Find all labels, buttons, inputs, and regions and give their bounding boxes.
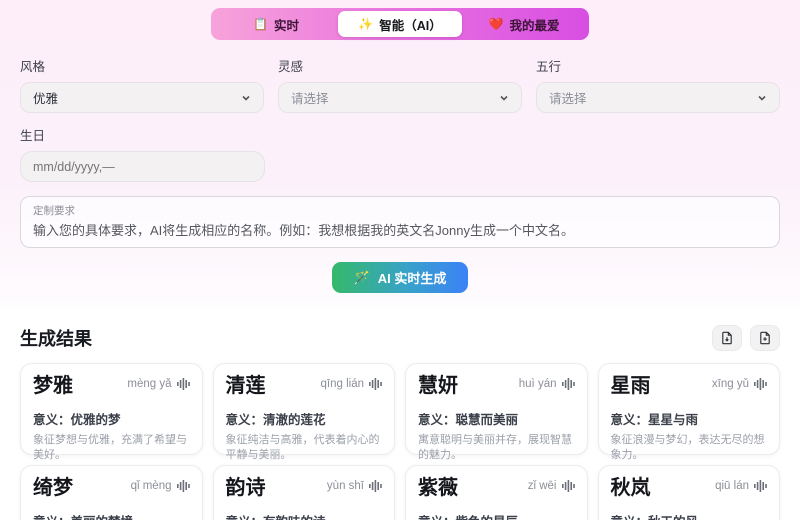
description-text: 象征纯洁与高雅，代表着内心的平静与美丽。 [225,434,380,461]
meaning-label: 意义： [611,515,649,520]
meaning-text: 秋天的风 [648,515,698,520]
pinyin-text: qǐ mèng [130,480,172,492]
name-card[interactable]: 星雨 xīng yǔ 意义：星星与雨 象征浪漫与梦幻，表达无尽的想象力。 [597,363,780,461]
name-text: 紫薇 [418,477,458,499]
meaning-text: 紫色的星辰 [456,515,519,520]
name-card[interactable]: 慧妍 huì yán 意义：聪慧而美丽 寓意聪明与美丽并存，展现智慧的魅力。 [405,363,588,461]
meaning-label: 意义： [33,413,71,427]
sparkles-icon: ✨ [358,17,374,31]
meaning-text: 有韵味的诗 [263,515,326,520]
chevron-down-icon [242,95,250,101]
heart-icon: ❤️ [488,17,504,31]
export-buttons [712,325,780,351]
audio-icon[interactable] [561,378,575,390]
results-grid: 梦雅 mèng yǎ 意义：优雅的梦 象征梦想与优雅，充满了希望与美好。 清莲 … [20,363,780,520]
generator-panel: 📋 实时 ✨ 智能（AI） ❤️ 我的最爱 风格 优雅 灵感 请选择 五行 请选… [0,0,800,307]
birthday-label: 生日 [20,129,46,143]
name-text: 绮梦 [33,477,73,499]
tab-ai-label: 智能（AI） [379,18,442,33]
results-section: 生成结果 梦雅 mèng yǎ 意义：优雅的梦 象征梦想与优雅，充满了希望与美好… [0,307,800,520]
style-field: 风格 优雅 [20,56,264,113]
name-card[interactable]: 绮梦 qǐ mèng 意义：美丽的梦境 象征着五彩斑斓的梦想，充满幻想与期待。 [20,465,203,520]
name-card[interactable]: 清莲 qīng lián 意义：清澈的莲花 象征纯洁与高雅，代表着内心的平静与美… [212,363,395,461]
style-label: 风格 [20,60,46,74]
tab-ai[interactable]: ✨ 智能（AI） [338,11,462,37]
audio-icon[interactable] [561,480,575,492]
pinyin-text: mèng yǎ [127,378,172,390]
tab-favorites[interactable]: ❤️ 我的最爱 [462,11,586,37]
name-card[interactable]: 秋岚 qiū lán 意义：秋天的风 象征着宁静的美丽，充满秋日的诗意。 [597,465,780,520]
pinyin-text: qiū lán [715,480,749,492]
audio-icon[interactable] [754,378,767,390]
mode-tabs: 📋 实时 ✨ 智能（AI） ❤️ 我的最爱 [211,8,589,40]
inspiration-label: 灵感 [278,60,304,74]
five-elements-field: 五行 请选择 [536,56,780,113]
meaning-text: 优雅的梦 [70,413,121,427]
tab-realtime[interactable]: 📋 实时 [214,11,338,37]
name-card[interactable]: 紫薇 zǐ wēi 意义：紫色的星辰 象征高贵与神秘，代表宁静和美丽的气质。 [405,465,588,520]
audio-icon[interactable] [369,480,382,492]
five-elements-select[interactable]: 请选择 [536,82,780,113]
pinyin-text: huì yán [518,378,557,390]
name-card[interactable]: 梦雅 mèng yǎ 意义：优雅的梦 象征梦想与优雅，充满了希望与美好。 [20,363,203,461]
name-card[interactable]: 韵诗 yùn shī 意义：有韵味的诗 寓意优雅且有深度，展现文雅与内涵。 [212,465,395,520]
meaning-label: 意义： [610,413,649,427]
style-select[interactable]: 优雅 [20,82,264,113]
style-select-value: 优雅 [33,92,59,106]
name-text: 梦雅 [33,375,73,397]
ai-generate-button-label: AI 实时生成 [377,271,447,286]
meaning-label: 意义： [33,515,71,520]
magic-wand-icon: 🪄 [353,269,370,285]
meaning-text: 星星与雨 [648,413,699,427]
name-text: 秋岚 [610,477,651,499]
meaning-label: 意义： [418,413,456,427]
results-title: 生成结果 [20,329,92,349]
name-text: 清莲 [225,375,266,397]
description-text: 象征梦想与优雅，充满了希望与美好。 [33,434,187,461]
audio-icon[interactable] [176,480,190,492]
inspiration-field: 灵感 请选择 [278,56,522,113]
description-text: 象征浪漫与梦幻，表达无尽的想象力。 [610,434,765,461]
meaning-label: 意义： [226,515,264,520]
custom-requirements-label: 定制要求 [33,205,75,217]
pinyin-text: yùn shī [326,480,364,492]
pinyin-text: qīng lián [320,378,364,390]
tab-realtime-label: 实时 [273,18,299,33]
file-download-icon [722,331,732,345]
audio-icon[interactable] [176,378,190,390]
five-elements-select-placeholder: 请选择 [549,92,587,106]
birthday-field: 生日 [20,125,780,182]
audio-icon[interactable] [369,378,382,390]
inspiration-select[interactable]: 请选择 [278,82,522,113]
description-text: 寓意聪明与美丽并存，展现智慧的魅力。 [418,434,572,461]
tab-favorites-label: 我的最爱 [509,18,560,33]
name-text: 星雨 [610,375,651,397]
export-csv-button[interactable] [712,325,742,351]
meaning-label: 意义： [418,515,456,520]
pinyin-text: xīng yǔ [711,378,749,390]
meaning-text: 清澈的莲花 [263,413,326,427]
name-text: 韵诗 [225,477,266,499]
file-plus-icon [760,331,770,345]
five-elements-label: 五行 [536,60,562,74]
ai-generate-button[interactable]: 🪄 AI 实时生成 [331,262,469,293]
custom-requirements-textarea[interactable]: 定制要求 输入您的具体要求，AI将生成相应的名称。例如：我想根据我的英文名Jon… [20,196,780,248]
meaning-label: 意义： [225,413,264,427]
meaning-text: 聪慧而美丽 [455,413,519,427]
name-text: 慧妍 [418,375,458,397]
inspiration-select-placeholder: 请选择 [291,92,329,106]
chevron-down-icon [500,95,508,101]
audio-icon[interactable] [754,480,767,492]
custom-requirements-placeholder: 输入您的具体要求，AI将生成相应的名称。例如：我想根据我的英文名Jonny生成一… [33,223,574,238]
birthday-input[interactable] [20,151,265,182]
export-add-button[interactable] [750,325,780,351]
meaning-text: 美丽的梦境 [71,515,134,520]
pinyin-text: zǐ wēi [527,480,557,492]
clipboard-icon: 📋 [253,17,268,31]
chevron-down-icon [758,95,766,101]
